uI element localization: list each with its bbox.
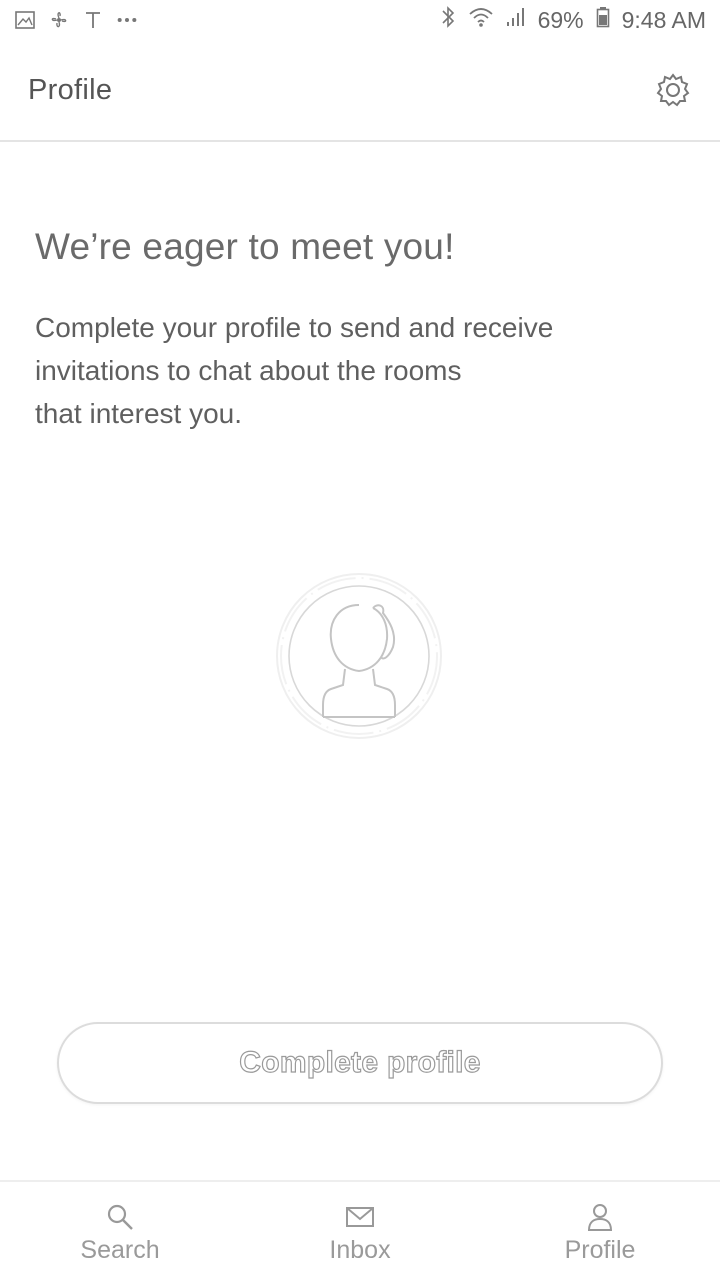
description-line: that interest you.	[35, 398, 243, 429]
signal-icon	[506, 6, 526, 34]
complete-profile-label: Complete profile	[239, 1045, 481, 1079]
nav-label-inbox: Inbox	[329, 1236, 391, 1264]
battery-icon	[596, 6, 610, 34]
app-bar: Profile	[0, 40, 720, 142]
bottom-nav: Search Inbox Profile	[0, 1180, 720, 1280]
nav-item-inbox[interactable]: Inbox	[240, 1182, 480, 1280]
person-placeholder-icon	[273, 565, 445, 747]
t-icon	[82, 9, 104, 31]
nav-label-profile: Profile	[564, 1236, 636, 1264]
nav-item-search[interactable]: Search	[0, 1182, 240, 1280]
page-title: Profile	[28, 73, 113, 106]
complete-profile-button[interactable]: Complete profile	[57, 1022, 663, 1104]
status-right: 69% 9:48 AM	[440, 5, 706, 35]
nav-label-search: Search	[80, 1236, 160, 1264]
clock: 9:48 AM	[621, 6, 706, 33]
description-line: Complete your profile to send and receiv…	[35, 312, 554, 343]
more-dots-icon	[116, 9, 138, 31]
gear-icon[interactable]	[654, 71, 692, 109]
status-bar: 69% 9:48 AM	[0, 0, 720, 40]
person-icon	[585, 1202, 615, 1232]
description-line: invitations to chat about the rooms	[35, 355, 462, 386]
fan-icon	[48, 9, 70, 31]
description: Complete your profile to send and receiv…	[35, 306, 675, 435]
status-left	[14, 9, 138, 31]
nav-item-profile[interactable]: Profile	[480, 1182, 720, 1280]
gallery-icon	[14, 9, 36, 31]
headline: We’re eager to meet you!	[35, 226, 455, 267]
battery-percent: 69%	[537, 6, 584, 33]
search-icon	[105, 1202, 135, 1232]
envelope-icon	[345, 1202, 375, 1232]
wifi-icon	[468, 6, 494, 34]
bluetooth-icon	[440, 5, 456, 35]
